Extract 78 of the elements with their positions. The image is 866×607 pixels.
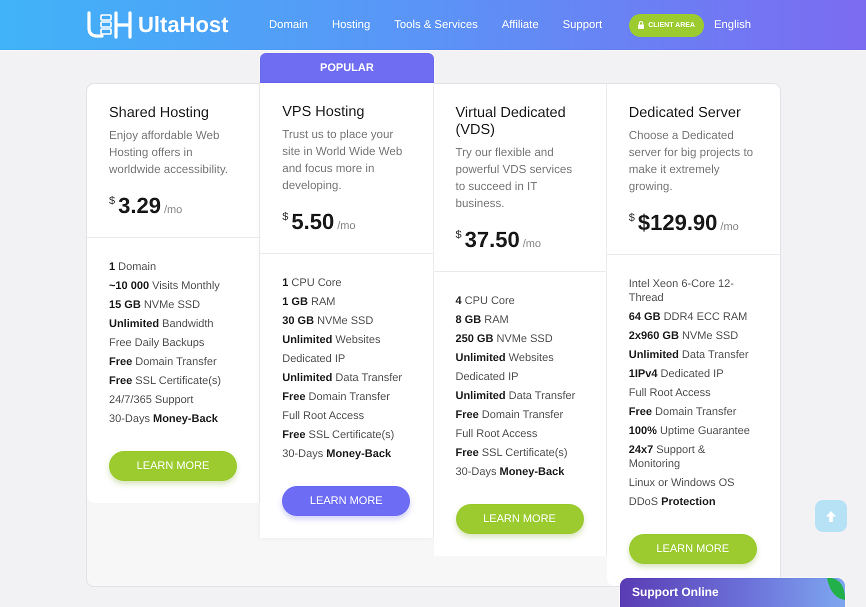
feature-item: Full Root Access bbox=[456, 427, 538, 441]
feature-item: Free SSL Certificate(s) bbox=[109, 374, 222, 388]
nav-link[interactable]: Support bbox=[562, 17, 602, 33]
currency-symbol: $ bbox=[628, 212, 635, 224]
feature-item: Unlimited Websites bbox=[456, 351, 555, 365]
lock-icon bbox=[638, 21, 644, 29]
price: $129.90 bbox=[638, 209, 718, 237]
plan-title: VPS Hosting bbox=[282, 104, 366, 121]
feature-item: Intel Xeon 6-Core 12-Thread bbox=[628, 277, 735, 305]
plan-title: Virtual Dedicated (VDS) bbox=[456, 105, 567, 139]
nav-link[interactable]: Affiliate bbox=[502, 17, 539, 33]
plan-title: Shared Hosting bbox=[109, 105, 210, 122]
online-status-icon bbox=[827, 578, 845, 600]
feature-item: 24x7 Support & Monitoring bbox=[628, 443, 706, 471]
feature-item: ~10 000 Visits Monthly bbox=[109, 279, 221, 293]
price: 37.50 bbox=[464, 226, 520, 254]
feature-item: Unlimited Data Transfer bbox=[628, 348, 750, 362]
plan-title: Dedicated Server bbox=[628, 105, 742, 122]
feature-item: Unlimited Websites bbox=[282, 333, 382, 347]
feature-item: Dedicated IP bbox=[282, 352, 346, 366]
feature-item: 100% Uptime Guarantee bbox=[628, 424, 751, 438]
feature-item: Free Domain Transfer bbox=[109, 355, 218, 369]
up-arrow-icon bbox=[826, 510, 836, 522]
price-period: /mo bbox=[720, 221, 739, 233]
feature-item: Free Domain Transfer bbox=[628, 405, 738, 419]
feature-item: 30-Days Money-Back bbox=[456, 465, 566, 479]
learn-more-button[interactable]: LEARN MORE bbox=[628, 534, 757, 564]
feature-item: Free Domain Transfer bbox=[456, 408, 564, 422]
feature-item: Full Root Access bbox=[282, 409, 366, 423]
feature-item: 30-Days Money-Back bbox=[282, 447, 392, 461]
feature-item: 15 GB NVMe SSD bbox=[109, 298, 202, 312]
feature-item: Free Domain Transfer bbox=[282, 390, 391, 404]
learn-more-button[interactable]: LEARN MORE bbox=[456, 504, 584, 534]
feature-item: 24/7/365 Support bbox=[109, 393, 194, 407]
plan-description: Enjoy affordable Web Hosting offers in worldwide accessibility. bbox=[109, 128, 229, 178]
feature-item: Dedicated IP bbox=[456, 370, 520, 384]
currency-symbol: $ bbox=[282, 211, 288, 223]
feature-item: Linux or Windows OS bbox=[628, 476, 736, 490]
price-period: /mo bbox=[337, 220, 356, 232]
feature-item: 1IPv4 Dedicated IP bbox=[628, 367, 725, 381]
feature-item: 8 GB RAM bbox=[456, 313, 510, 327]
feature-item: Full Root Access bbox=[628, 386, 712, 400]
nav-link[interactable]: Tools & Services bbox=[394, 17, 478, 33]
feature-item: 250 GB NVMe SSD bbox=[456, 332, 554, 346]
feature-item: Unlimited Data Transfer bbox=[282, 371, 404, 385]
language-link[interactable]: English bbox=[714, 17, 752, 33]
learn-more-button[interactable]: LEARN MORE bbox=[109, 451, 237, 481]
feature-item: 1 GB RAM bbox=[282, 295, 336, 309]
price-period: /mo bbox=[164, 204, 182, 216]
plan-description: Trust us to place your site in World Wide Web and focus more in developing. bbox=[282, 127, 404, 194]
popular-banner: POPULAR bbox=[260, 53, 434, 83]
currency-symbol: $ bbox=[456, 229, 462, 241]
feature-item: 4 CPU Core bbox=[456, 294, 516, 308]
price: 5.50 bbox=[291, 208, 334, 236]
feature-item: Free SSL Certificate(s) bbox=[282, 428, 396, 442]
feature-item: 30-Days Money-Back bbox=[109, 412, 219, 426]
feature-item: Free Daily Backups bbox=[109, 336, 206, 350]
nav-link[interactable]: Domain bbox=[269, 17, 308, 33]
plan-description: Try our flexible and powerful VDS services to succeed in IT business. bbox=[456, 145, 574, 212]
price-period: /mo bbox=[522, 238, 542, 250]
currency-symbol: $ bbox=[109, 195, 116, 207]
feature-item: 1 CPU Core bbox=[282, 276, 343, 290]
feature-item: 64 GB DDR4 ECC RAM bbox=[628, 310, 748, 324]
logo-icon[interactable] bbox=[86, 11, 134, 39]
feature-item: Unlimited Bandwidth bbox=[109, 317, 215, 331]
nav-link[interactable]: Hosting bbox=[332, 17, 370, 33]
feature-item: Unlimited Data Transfer bbox=[456, 389, 576, 403]
feature-item: 2x960 GB NVMe SSD bbox=[628, 329, 740, 343]
support-chat-button[interactable]: Support Online bbox=[620, 578, 845, 607]
logo-text[interactable]: UltaHost bbox=[138, 12, 228, 38]
scroll-to-top-button[interactable] bbox=[815, 500, 847, 532]
learn-more-button[interactable]: LEARN MORE bbox=[282, 486, 410, 516]
feature-item: 30 GB NVMe SSD bbox=[282, 314, 374, 328]
feature-item: 1 Domain bbox=[109, 260, 158, 274]
plan-description: Choose a Dedicated server for big projects to make it extremely growing. bbox=[628, 128, 754, 195]
feature-item: Free SSL Certificate(s) bbox=[456, 446, 569, 460]
feature-item: DDoS Protection bbox=[628, 495, 717, 509]
price: 3.29 bbox=[118, 192, 161, 220]
